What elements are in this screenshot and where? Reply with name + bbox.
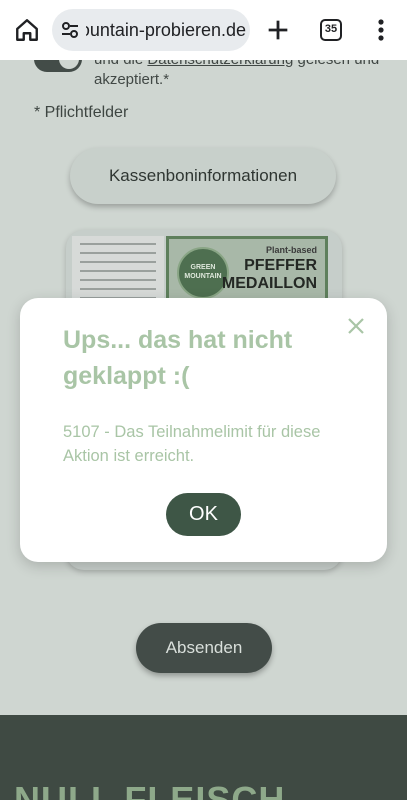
required-note: * Pflichtfelder <box>34 104 129 121</box>
footer: NULL FLEISCH <box>0 715 407 800</box>
site-settings-icon[interactable] <box>60 20 80 40</box>
receipt-info-button[interactable]: Kassenboninformationen <box>70 148 336 204</box>
url-text: mountain-probieren.de <box>86 20 246 40</box>
close-icon[interactable] <box>346 316 366 336</box>
browser-toolbar: mountain-probieren.de 35 <box>0 0 407 60</box>
consent-prefix: und die <box>94 60 147 68</box>
new-tab-icon[interactable] <box>264 16 292 44</box>
home-icon[interactable] <box>14 17 40 43</box>
address-bar[interactable]: mountain-probieren.de <box>52 9 250 51</box>
product-badge: Plant-based <box>265 245 317 255</box>
error-dialog: Ups... das hat nicht geklappt :( 5107 - … <box>20 298 387 562</box>
submit-button[interactable]: Absenden <box>136 623 272 673</box>
dialog-title: Ups... das hat nicht geklappt :( <box>63 326 293 390</box>
privacy-link[interactable]: Datenschutzerklärung <box>147 60 293 68</box>
product-name: PFEFFER MEDAILLON <box>221 257 317 292</box>
ok-button[interactable]: OK <box>166 493 241 536</box>
toggle-knob <box>59 60 79 69</box>
consent-text: und die Datenschutzerklärung gelesen und… <box>94 60 384 90</box>
tab-switcher-icon[interactable]: 35 <box>320 19 342 41</box>
consent-toggle[interactable] <box>34 60 82 72</box>
footer-wordmark: NULL FLEISCH <box>14 779 286 800</box>
dialog-message: 5107 - Das Teilnahmelimit für diese Akti… <box>63 423 321 465</box>
more-menu-icon[interactable] <box>371 17 391 43</box>
